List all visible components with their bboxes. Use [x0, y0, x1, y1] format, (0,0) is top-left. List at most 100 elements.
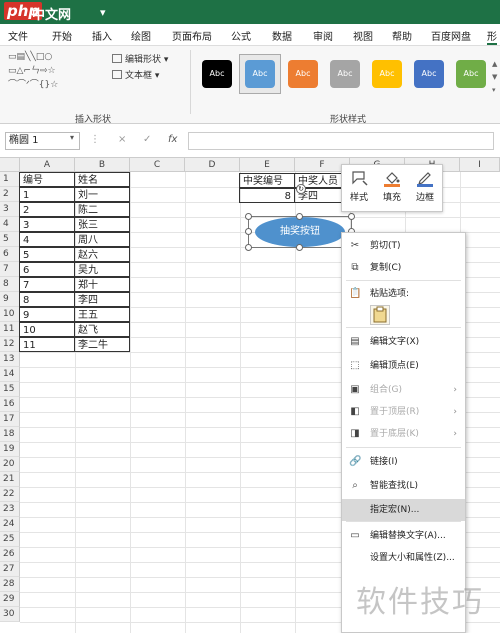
row-header[interactable]: 2 [0, 187, 20, 202]
table-cell[interactable]: 吴九 [74, 262, 130, 277]
table-cell[interactable]: 赵飞 [74, 322, 130, 337]
select-all-corner[interactable] [0, 158, 20, 172]
table-cell[interactable]: 编号 [19, 172, 75, 187]
gallery-up-icon[interactable]: ▲ [492, 60, 497, 68]
context-menu-item[interactable]: 🔗 链接(I) [342, 451, 465, 473]
table-cell[interactable]: 2 [19, 202, 75, 217]
row-header[interactable]: 22 [0, 487, 20, 502]
column-header[interactable]: I [460, 158, 500, 172]
shape-style-swatch[interactable]: Abc [414, 60, 444, 88]
row-header[interactable]: 30 [0, 607, 20, 622]
row-header[interactable]: 6 [0, 247, 20, 262]
row-header[interactable]: 5 [0, 232, 20, 247]
cell-e1[interactable]: 中奖编号 [239, 173, 295, 188]
row-header[interactable]: 26 [0, 547, 20, 562]
rotate-handle-icon[interactable]: ↻ [296, 184, 306, 194]
row-header[interactable]: 23 [0, 502, 20, 517]
table-cell[interactable]: 郑十 [74, 277, 130, 292]
table-cell[interactable]: 王五 [74, 307, 130, 322]
row-header[interactable]: 27 [0, 562, 20, 577]
context-menu-item[interactable]: 指定宏(N)... [342, 499, 465, 521]
row-header[interactable]: 14 [0, 367, 20, 382]
table-cell[interactable]: 姓名 [74, 172, 130, 187]
row-header[interactable]: 12 [0, 337, 20, 352]
row-header[interactable]: 3 [0, 202, 20, 217]
context-menu-item[interactable]: 📋 粘贴选项: [342, 283, 465, 305]
context-menu-item[interactable]: ▭ 编辑替换文字(A)... [342, 525, 465, 547]
style-button[interactable]: 样式 [344, 169, 374, 203]
shape-style-swatch[interactable]: Abc [288, 60, 318, 88]
row-header[interactable]: 11 [0, 322, 20, 337]
row-header[interactable]: 8 [0, 277, 20, 292]
fill-button[interactable]: 填充 [377, 169, 407, 203]
row-header[interactable]: 19 [0, 442, 20, 457]
table-cell[interactable]: 陈二 [74, 202, 130, 217]
outline-button[interactable]: 边框 [410, 169, 440, 203]
table-cell[interactable]: 1 [19, 187, 75, 202]
resize-handle[interactable] [245, 213, 252, 220]
gallery-down-icon[interactable]: ▼ [492, 73, 497, 81]
row-header[interactable]: 20 [0, 457, 20, 472]
paste-option-icon[interactable] [370, 305, 390, 325]
tab-help[interactable]: 帮助 [392, 28, 412, 43]
name-box[interactable]: 椭圆 1 [5, 132, 80, 150]
row-header[interactable]: 16 [0, 397, 20, 412]
tab-file[interactable]: 文件 [8, 28, 28, 43]
shape-style-swatch[interactable]: Abc [372, 60, 402, 88]
table-cell[interactable]: 赵六 [74, 247, 130, 262]
resize-handle[interactable] [245, 228, 252, 235]
table-cell[interactable]: 刘一 [74, 187, 130, 202]
table-cell[interactable]: 6 [19, 262, 75, 277]
table-cell[interactable]: 9 [19, 307, 75, 322]
row-header[interactable]: 10 [0, 307, 20, 322]
table-cell[interactable]: 李二牛 [74, 337, 130, 352]
column-header[interactable]: E [240, 158, 295, 172]
table-cell[interactable]: 5 [19, 247, 75, 262]
tab-insert[interactable]: 插入 [92, 28, 112, 43]
table-cell[interactable]: 10 [19, 322, 75, 337]
row-header[interactable]: 1 [0, 172, 20, 187]
table-cell[interactable]: 11 [19, 337, 75, 352]
tab-data[interactable]: 数据 [272, 28, 292, 43]
chevron-down-icon[interactable]: ▾ [70, 133, 74, 142]
shape-gallery[interactable]: ▭▤╲╲□○ ▭△⌐ㄣ⇨☆ ⌒⌒ᐟ⌒{}☆ [8, 52, 104, 98]
tab-draw[interactable]: 绘图 [131, 28, 151, 43]
tab-baidu-pan[interactable]: 百度网盘 [431, 28, 471, 43]
tab-review[interactable]: 审阅 [313, 28, 333, 43]
row-header[interactable]: 9 [0, 292, 20, 307]
quick-access-icon[interactable]: ▾ [100, 6, 106, 19]
resize-handle[interactable] [296, 244, 303, 251]
context-menu-item[interactable]: ⌕ 智能查找(L) [342, 475, 465, 497]
resize-handle[interactable] [245, 244, 252, 251]
row-header[interactable]: 4 [0, 217, 20, 232]
gallery-more-icon[interactable]: ▾ [492, 86, 496, 94]
tab-formulas[interactable]: 公式 [231, 28, 251, 43]
confirm-icon[interactable]: ✓ [143, 134, 151, 145]
formula-input[interactable] [188, 132, 494, 150]
row-header[interactable]: 21 [0, 472, 20, 487]
row-header[interactable]: 7 [0, 262, 20, 277]
table-cell[interactable]: 周八 [74, 232, 130, 247]
row-header[interactable]: 24 [0, 517, 20, 532]
lottery-button-shape[interactable]: 抽奖按钮 [255, 217, 345, 247]
cell-e2[interactable]: 8 [239, 188, 295, 203]
resize-handle[interactable] [296, 213, 303, 220]
context-menu-item[interactable]: ▤ 编辑文字(X) [342, 331, 465, 353]
edit-shape-button[interactable]: 编辑形状 ▾ [112, 52, 168, 65]
context-menu-item[interactable]: ⬚ 编辑顶点(E) [342, 355, 465, 377]
table-cell[interactable]: 8 [19, 292, 75, 307]
table-cell[interactable]: 3 [19, 217, 75, 232]
table-cell[interactable]: 7 [19, 277, 75, 292]
context-menu-item[interactable]: ⧉ 复制(C) [342, 257, 465, 279]
table-cell[interactable]: 张三 [74, 217, 130, 232]
text-box-button[interactable]: 文本框 ▾ [112, 68, 159, 81]
column-header[interactable]: C [130, 158, 185, 172]
row-header[interactable]: 18 [0, 427, 20, 442]
shape-style-swatch[interactable]: Abc [202, 60, 232, 88]
shape-style-swatch[interactable]: Abc [245, 60, 275, 88]
row-header[interactable]: 28 [0, 577, 20, 592]
table-cell[interactable]: 李四 [74, 292, 130, 307]
column-header[interactable]: A [20, 158, 75, 172]
column-header[interactable]: D [185, 158, 240, 172]
row-header[interactable]: 15 [0, 382, 20, 397]
